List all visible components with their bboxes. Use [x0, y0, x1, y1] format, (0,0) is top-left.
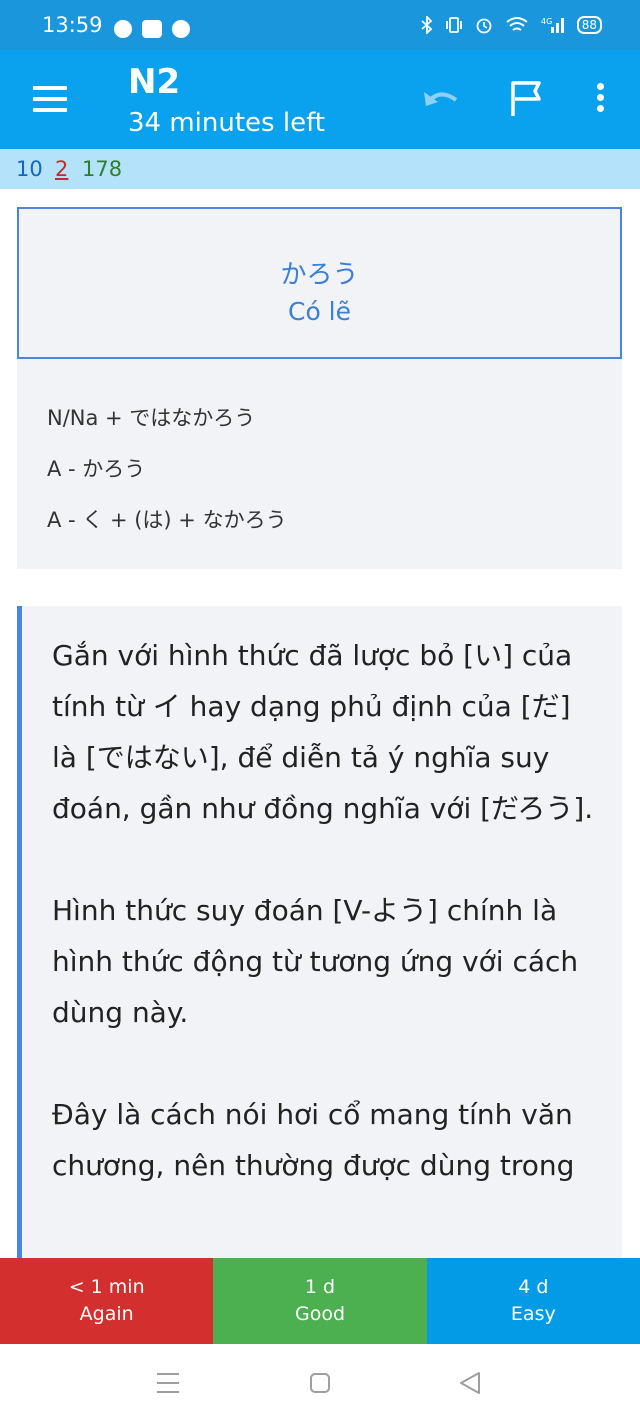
- again-interval: < 1 min: [68, 1276, 145, 1298]
- explanation-paragraph: Hình thức suy đoán [V-よう] chính là hình …: [52, 894, 579, 1029]
- explanation-paragraph: Đây là cách nói hơi cổ mang tính văn chư…: [52, 1098, 575, 1182]
- front-word: かろう: [280, 260, 359, 290]
- messenger-icon: [172, 20, 190, 38]
- app-bar: N2 34 minutes left: [0, 50, 640, 149]
- good-button[interactable]: 1 d Good: [213, 1258, 427, 1344]
- status-bar: 13:59 4G 88: [0, 0, 640, 50]
- pattern-line: N/Na + ではなかろう: [47, 406, 256, 430]
- front-meaning: Có lẽ: [287, 297, 352, 326]
- answer-buttons: < 1 min Again 1 d Good 4 d Easy: [0, 1258, 640, 1344]
- bluetooth-icon: [421, 16, 433, 34]
- undo-icon[interactable]: [420, 84, 460, 114]
- more-vert-icon: [596, 83, 604, 90]
- new-count: 10: [16, 157, 43, 181]
- wifi-icon: [506, 17, 528, 31]
- learning-count: 2: [55, 157, 69, 181]
- more-options-button[interactable]: [592, 83, 608, 115]
- alarm-icon: [476, 18, 492, 34]
- hamburger-icon: [33, 86, 67, 90]
- card-counts-bar: 10 2 178: [0, 149, 640, 189]
- deck-title: N2: [128, 62, 181, 102]
- explanation-block: Gắn với hình thức đã lược bỏ [い] của tín…: [17, 606, 622, 1258]
- explanation-paragraph: Gắn với hình thức đã lược bỏ [い] của tín…: [52, 639, 594, 825]
- zalo-icon: [142, 20, 162, 38]
- notification-icons: [114, 20, 190, 38]
- easy-button[interactable]: 4 d Easy: [426, 1258, 640, 1344]
- again-label: Again: [79, 1303, 134, 1325]
- back-icon[interactable]: [458, 1371, 482, 1395]
- easy-interval: 4 d: [518, 1276, 549, 1298]
- good-interval: 1 d: [304, 1276, 336, 1298]
- signal-icon: 4G: [541, 17, 564, 33]
- vibrate-icon: [445, 17, 462, 33]
- menu-button[interactable]: [33, 86, 67, 112]
- status-time: 13:59: [42, 13, 103, 37]
- flag-icon[interactable]: [509, 80, 543, 118]
- system-icons: 4G 88: [421, 16, 602, 34]
- grammar-patterns: N/Na + ではなかろう A - かろう A - く + (は) + なかろう: [17, 359, 622, 569]
- recent-apps-icon[interactable]: [156, 1372, 180, 1394]
- again-button[interactable]: < 1 min Again: [0, 1258, 214, 1344]
- home-icon[interactable]: [309, 1372, 331, 1394]
- time-remaining: 34 minutes left: [128, 108, 325, 138]
- pattern-line: A - かろう: [47, 457, 146, 481]
- system-nav-bar: [0, 1344, 640, 1422]
- card-front: かろう Có lẽ: [17, 207, 622, 359]
- good-label: Good: [294, 1303, 346, 1325]
- easy-label: Easy: [510, 1303, 556, 1325]
- svg-text:4G: 4G: [541, 17, 552, 26]
- review-count: 178: [82, 157, 123, 181]
- card-content[interactable]: かろう Có lẽ N/Na + ではなかろう A - かろう A - く + …: [17, 189, 622, 1258]
- facebook-icon: [114, 20, 132, 38]
- pattern-line: A - く + (は) + なかろう: [47, 508, 287, 532]
- battery-indicator: 88: [576, 16, 602, 34]
